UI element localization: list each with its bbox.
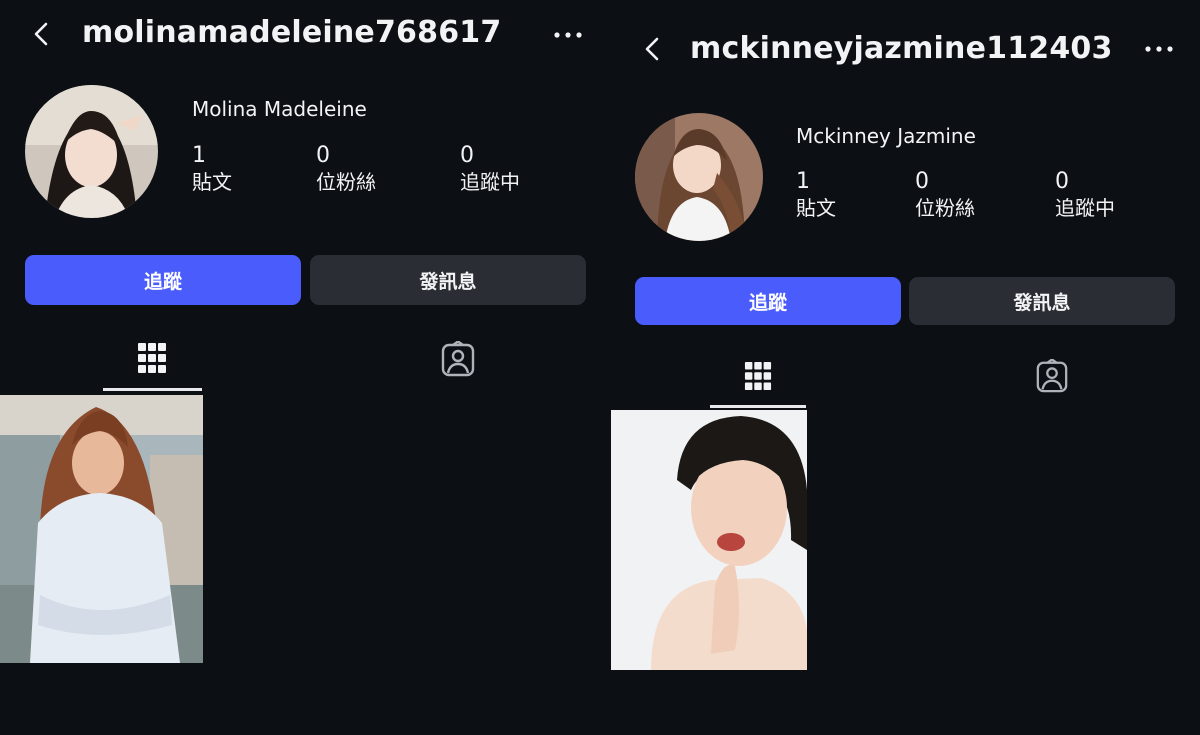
stat-posts-value: 1 <box>796 169 810 194</box>
stat-posts-value: 1 <box>192 143 206 168</box>
stat-followers-value: 0 <box>316 143 330 168</box>
message-button[interactable]: 發訊息 <box>310 255 586 305</box>
profile-panel-right: mckinneyjazmine112403 Mckinney Jazmine 1… <box>610 0 1200 735</box>
grid-tab[interactable] <box>137 341 167 375</box>
stat-following-value: 0 <box>460 143 474 168</box>
profile-avatar[interactable] <box>635 113 763 241</box>
stat-posts[interactable]: 1 貼文 <box>192 142 232 196</box>
profile-panel-left: molinamadeleine768617 Molina Madeleine 1… <box>0 0 600 735</box>
stat-following-label: 追蹤中 <box>1055 196 1115 220</box>
tagged-tab[interactable] <box>440 341 476 377</box>
profile-display-name: Molina Madeleine <box>192 97 367 121</box>
active-tab-indicator <box>710 405 806 408</box>
post-thumbnail[interactable] <box>611 410 807 670</box>
stat-posts-label: 貼文 <box>192 170 232 194</box>
stat-following-label: 追蹤中 <box>460 170 520 194</box>
grid-icon <box>744 362 772 390</box>
stat-followers-value: 0 <box>915 169 929 194</box>
profile-username: molinamadeleine768617 <box>82 15 502 50</box>
message-button[interactable]: 發訊息 <box>909 277 1175 325</box>
stat-following[interactable]: 0 追蹤中 <box>1055 168 1115 222</box>
stat-followers-label: 位粉絲 <box>915 196 975 220</box>
back-chevron-icon[interactable] <box>28 20 56 48</box>
stat-following-value: 0 <box>1055 169 1069 194</box>
stat-followers[interactable]: 0 位粉絲 <box>316 142 376 196</box>
stat-posts-label: 貼文 <box>796 196 836 220</box>
grid-icon <box>138 343 166 373</box>
stat-posts[interactable]: 1 貼文 <box>796 168 836 222</box>
active-tab-indicator <box>103 388 202 391</box>
stat-followers-label: 位粉絲 <box>316 170 376 194</box>
profile-avatar[interactable] <box>25 85 158 218</box>
back-chevron-icon[interactable] <box>639 35 667 63</box>
grid-tab[interactable] <box>744 360 772 392</box>
tagged-person-icon <box>1036 359 1068 393</box>
tagged-person-icon <box>441 341 475 377</box>
stat-following[interactable]: 0 追蹤中 <box>460 142 520 196</box>
profile-display-name: Mckinney Jazmine <box>796 124 976 148</box>
follow-button[interactable]: 追蹤 <box>635 277 901 325</box>
follow-button[interactable]: 追蹤 <box>25 255 301 305</box>
profile-username: mckinneyjazmine112403 <box>690 31 1113 66</box>
post-thumbnail[interactable] <box>0 395 203 663</box>
more-options-icon[interactable] <box>553 27 583 43</box>
stat-followers[interactable]: 0 位粉絲 <box>915 168 975 222</box>
more-options-icon[interactable] <box>1144 41 1174 57</box>
tagged-tab[interactable] <box>1035 359 1069 393</box>
